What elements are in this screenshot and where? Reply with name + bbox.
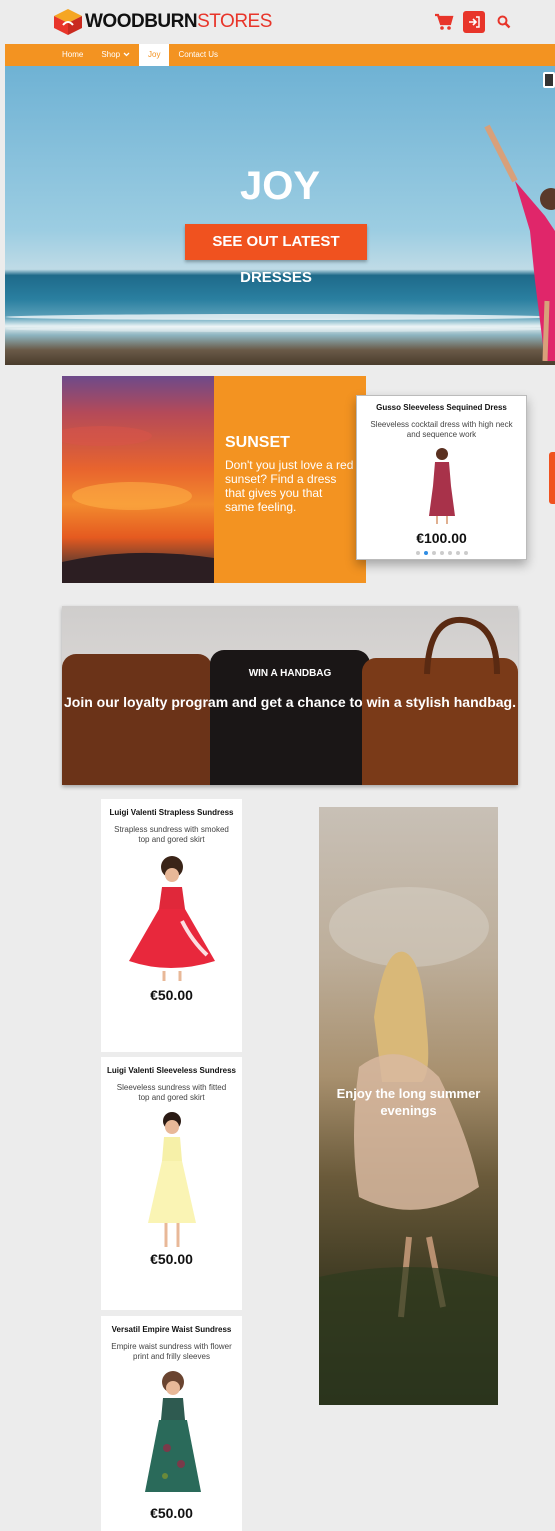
chevron-down-icon xyxy=(123,44,130,66)
product-carousel-card[interactable]: Gusso Sleeveless Sequined Dress Sleevele… xyxy=(356,395,527,560)
product-price: €100.00 xyxy=(416,530,467,546)
handbag-title: Join our loyalty program and get a chanc… xyxy=(64,694,516,710)
product-price: €50.00 xyxy=(150,987,193,1003)
side-tab[interactable] xyxy=(549,452,555,504)
nav-item-label: Contact Us xyxy=(178,50,219,59)
hero-title: JOY xyxy=(239,164,321,208)
carousel-dot[interactable] xyxy=(431,551,436,555)
carousel-dot[interactable] xyxy=(455,551,460,555)
product-description: Sleeveless sundress with fitted top and … xyxy=(116,1083,227,1102)
product-description: Strapless sundress with smoked top and g… xyxy=(114,825,229,844)
header-actions xyxy=(433,11,515,33)
nav-item-label: Joy xyxy=(148,50,161,59)
logo-text: WOODBURNSTORES xyxy=(85,8,272,36)
see-latest-dresses-button[interactable]: SEE OUT LATEST DRESSES xyxy=(185,224,367,286)
logo-text-light: STORES xyxy=(197,11,272,32)
handbag-banner[interactable]: WIN A HANDBAG Join our loyalty program a… xyxy=(62,606,518,785)
hero-wave xyxy=(5,326,555,332)
product-price: €50.00 xyxy=(150,1505,193,1521)
summer-banner[interactable]: Enjoy the long summer evenings xyxy=(319,807,498,1405)
carousel-dot[interactable] xyxy=(463,551,468,555)
nav-item-contact[interactable]: Contact Us xyxy=(169,44,227,66)
cart-icon[interactable] xyxy=(433,11,455,33)
carousel-dot[interactable] xyxy=(415,551,420,555)
nav-item-shop[interactable]: Shop xyxy=(92,44,139,66)
main-nav: Home Shop Joy Contact Us xyxy=(5,44,555,66)
summer-text: Enjoy the long summer evenings xyxy=(336,1086,481,1118)
sunset-title: SUNSET xyxy=(225,434,290,451)
carousel-dots xyxy=(357,551,526,555)
product-description: Sleeveless cocktail dress with high neck… xyxy=(370,420,513,439)
site-header: WOODBURNSTORES xyxy=(5,0,555,44)
nav-item-joy[interactable]: Joy xyxy=(139,44,170,66)
login-icon[interactable] xyxy=(463,11,485,33)
hero-banner: JOY SEE OUT LATEST DRESSES xyxy=(5,66,555,365)
carousel-dot[interactable] xyxy=(447,551,452,555)
product-card[interactable]: Versatil Empire Waist Sundress Empire wa… xyxy=(101,1316,242,1531)
hero-woman-image xyxy=(484,124,555,361)
logo-text-bold: WOODBURN xyxy=(85,11,198,32)
handbag-subtitle: WIN A HANDBAG xyxy=(248,668,332,679)
device-preview-icon[interactable] xyxy=(543,72,555,88)
product-image xyxy=(142,1109,202,1249)
nav-item-label: Home xyxy=(62,50,84,59)
product-description: Empire waist sundress with flower print … xyxy=(111,1342,232,1361)
product-title: Luigi Valenti Strapless Sundress xyxy=(109,808,234,817)
product-price: €50.00 xyxy=(150,1251,193,1267)
logo-box-icon xyxy=(53,8,83,36)
product-title: Gusso Sleeveless Sequined Dress xyxy=(376,403,507,412)
nav-item-label: Shop xyxy=(101,50,121,59)
search-icon[interactable] xyxy=(493,11,515,33)
product-image xyxy=(122,851,222,981)
carousel-dot[interactable] xyxy=(439,551,444,555)
carousel-dot-active[interactable] xyxy=(423,551,428,555)
sunset-image xyxy=(62,376,214,583)
hero-wave xyxy=(5,314,555,320)
product-title: Versatil Empire Waist Sundress xyxy=(111,1325,232,1334)
product-card[interactable]: Luigi Valenti Strapless Sundress Straple… xyxy=(101,799,242,1052)
nav-item-home[interactable]: Home xyxy=(53,44,92,66)
product-image xyxy=(137,1368,207,1503)
sunset-text: Don't you just love a red sunset? Find a… xyxy=(225,458,354,514)
product-image xyxy=(427,446,457,524)
logo[interactable]: WOODBURNSTORES xyxy=(53,7,272,37)
sunset-panel: SUNSET Don't you just love a red sunset?… xyxy=(214,376,366,583)
product-card[interactable]: Luigi Valenti Sleeveless Sundress Sleeve… xyxy=(101,1057,242,1310)
product-title: Luigi Valenti Sleeveless Sundress xyxy=(107,1066,236,1075)
handbag-handle xyxy=(424,616,500,675)
